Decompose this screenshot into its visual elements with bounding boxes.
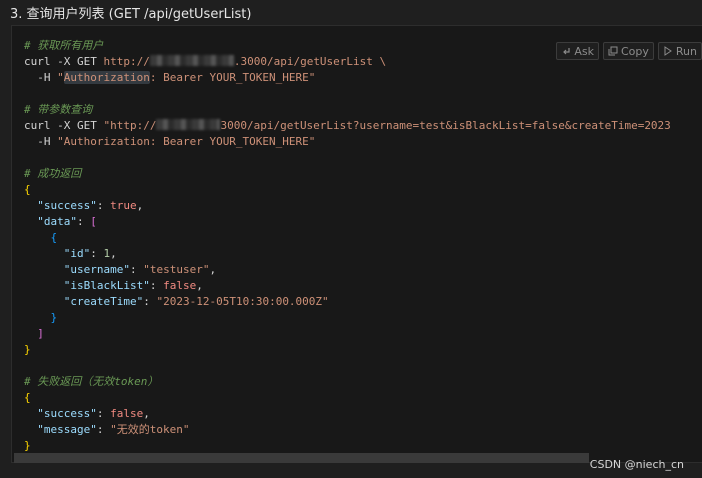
json-key: "success" [37,407,97,420]
highlighted-token: Authorization [63,71,150,84]
redacted-host [156,119,221,130]
run-label: Run [675,44,697,58]
json-value: false [110,407,144,420]
code-content: # 获取所有用户 curl -X GET http:// .3000/api/ge… [24,39,671,452]
code-block: Ask Copy Run # 获取所有用户 curl -X GET http:/… [11,25,702,463]
json-key: "message" [37,423,97,436]
code-token: -H [24,71,58,84]
code-comment: # 获取所有用户 [24,39,104,52]
code-token: : Bearer YOUR_TOKEN_HERE" [149,71,316,84]
json-key: "username" [63,263,130,276]
code-comment: # 成功返回 [24,167,82,180]
code-token: curl -X GET [24,119,104,132]
code-token: http:// [103,55,150,68]
json-value: true [110,199,137,212]
code-token: " [57,71,64,84]
json-value: "2023-12-05T10:30:00.000Z" [156,295,329,308]
json-key: "data" [37,215,77,228]
json-value: "无效的token" [110,423,190,436]
json-value: false [163,279,197,292]
json-value: 1 [103,247,111,260]
horizontal-scrollbar[interactable] [14,453,589,463]
json-key: "success" [37,199,97,212]
json-key: "createTime" [63,295,144,308]
code-token: -H [24,135,58,148]
json-key: "id" [63,247,91,260]
section-heading: 3. 查询用户列表 (GET /api/getUserList) [10,7,252,22]
code-token: curl -X GET [24,55,104,68]
code-token: .3000/api/getUserList \ [233,55,387,68]
watermark: CSDN @niech_cn [589,458,684,471]
redacted-host [149,55,234,66]
code-token: 3000/api/getUserList?username=test&isBla… [220,119,671,132]
json-value: "testuser" [143,263,210,276]
code-comment: # 带参数查询 [24,103,93,116]
code-token: "Authorization: Bearer YOUR_TOKEN_HERE" [57,135,316,148]
code-token: http:// [110,119,157,132]
code-comment: # 失败返回（无效token） [24,375,159,388]
json-key: "isBlackList" [63,279,150,292]
